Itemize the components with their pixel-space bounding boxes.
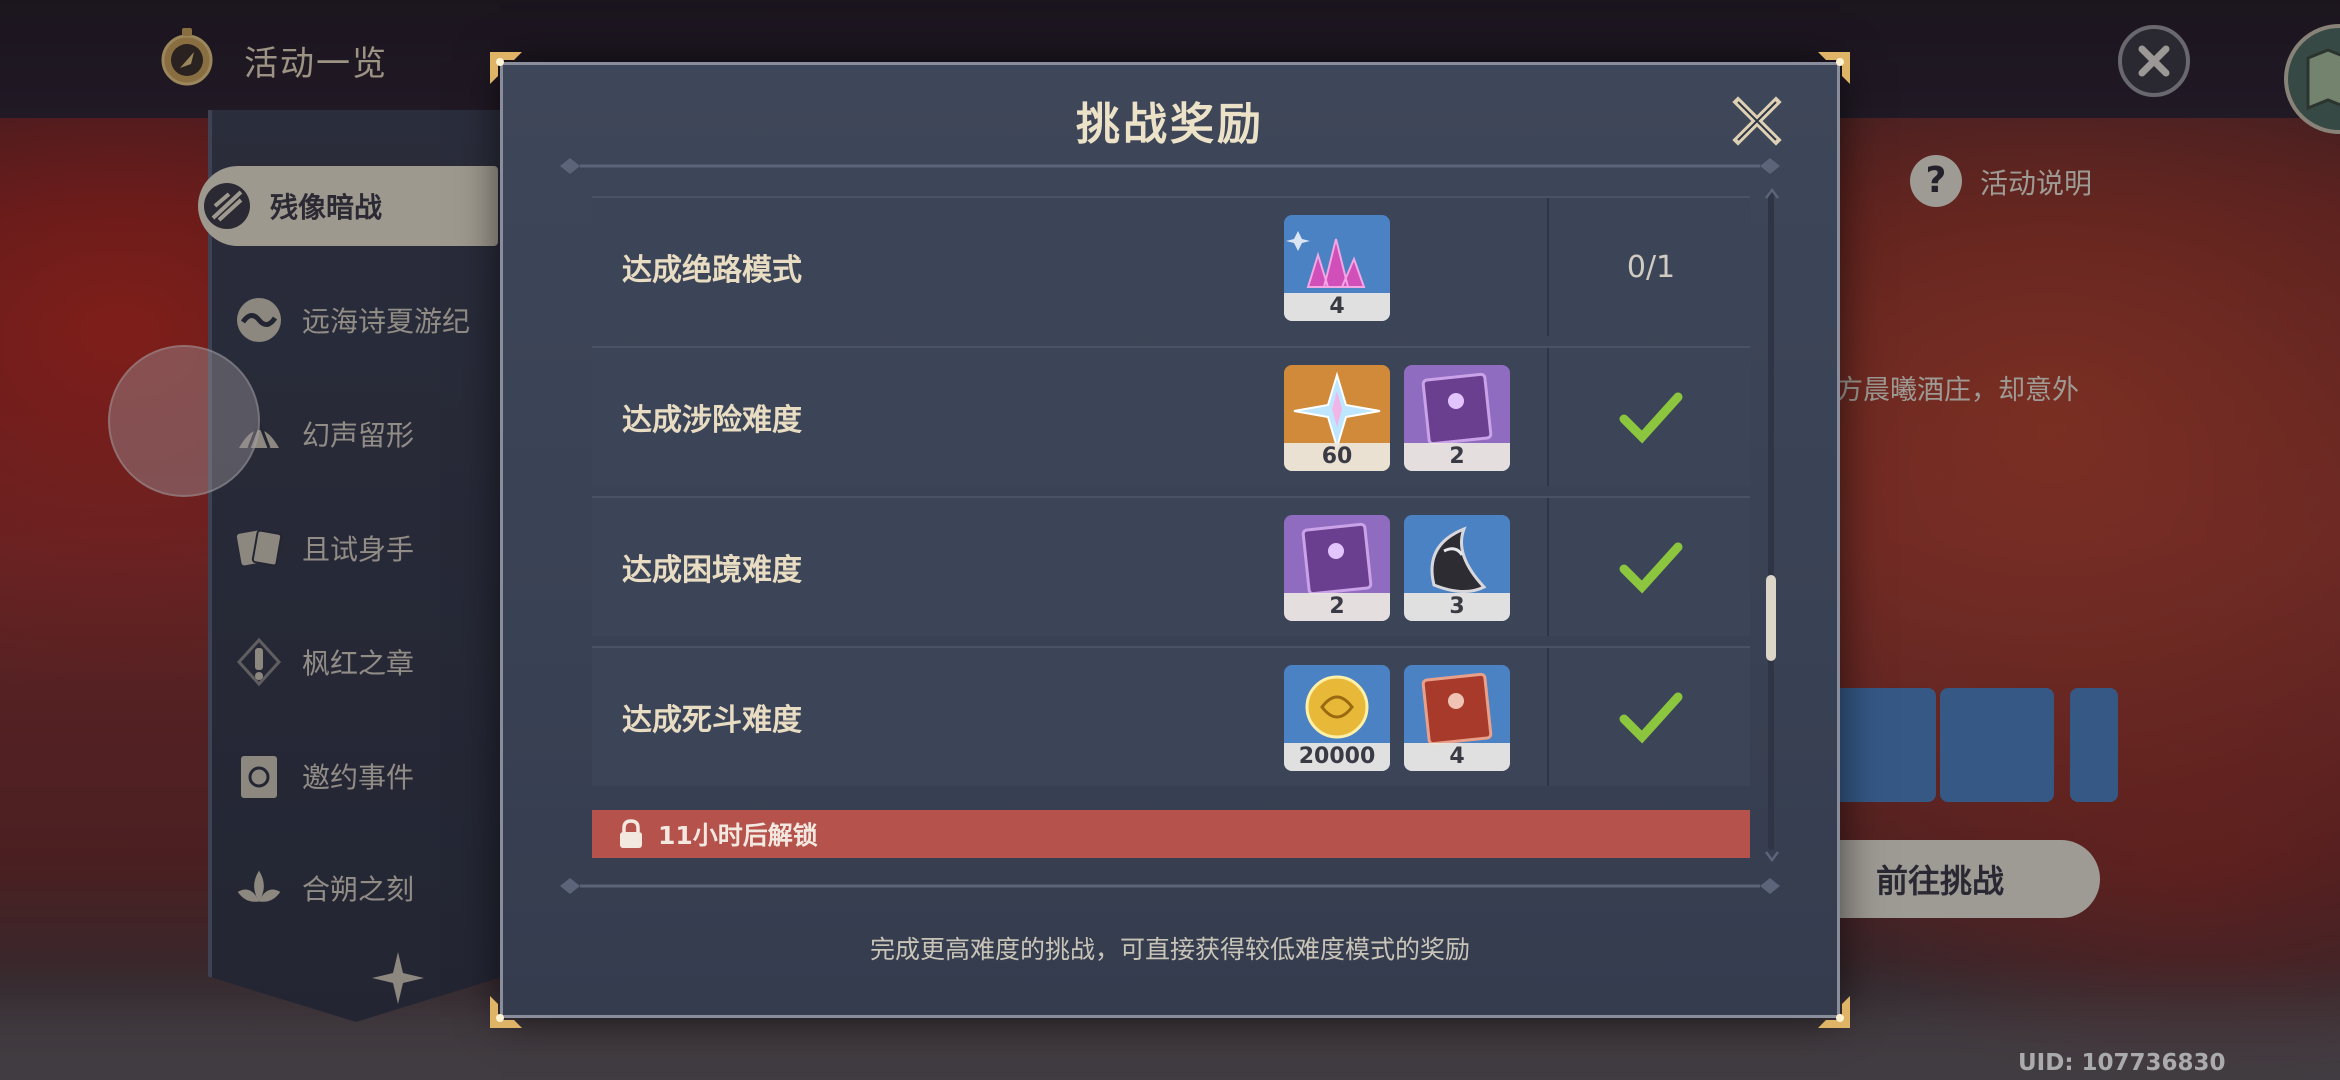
dialog-title: 挑战奖励	[1076, 99, 1264, 150]
checkmark-icon	[1619, 542, 1683, 594]
completed-check	[1552, 498, 1750, 636]
reward-count: 4	[1404, 743, 1510, 771]
close-icon	[1732, 96, 1782, 146]
column-divider	[1547, 348, 1549, 486]
checkmark-icon	[1619, 392, 1683, 444]
column-divider	[1547, 498, 1549, 636]
reward-count: 60	[1284, 443, 1390, 471]
completed-check	[1552, 348, 1750, 486]
reward-row-2: 达成困境难度 2 3	[592, 496, 1750, 636]
row-label: 达成涉险难度	[622, 403, 802, 438]
row-label: 达成死斗难度	[622, 703, 802, 738]
title-divider	[560, 158, 1780, 174]
completed-check	[1552, 648, 1750, 786]
row-label: 达成困境难度	[622, 553, 802, 588]
chevron-up-icon	[1765, 187, 1779, 199]
row-label: 达成绝路模式	[622, 253, 802, 288]
corner-ornament-icon	[1818, 996, 1850, 1028]
reward-item[interactable]: 20000	[1284, 665, 1390, 771]
bottom-divider	[560, 878, 1780, 894]
scrollbar-thumb[interactable]	[1766, 575, 1776, 661]
scrollbar-track[interactable]	[1768, 190, 1774, 850]
reward-count: 2	[1404, 443, 1510, 471]
column-divider	[1547, 648, 1549, 786]
locked-row-banner: 11小时后解锁	[592, 810, 1750, 858]
row-progress: 0/1	[1626, 249, 1676, 285]
lock-icon	[620, 819, 642, 848]
reward-count: 4	[1284, 293, 1390, 321]
reward-count: 20000	[1284, 743, 1390, 771]
reward-row-1: 达成涉险难度 60 2	[592, 346, 1750, 486]
reward-item[interactable]: 2	[1284, 515, 1390, 621]
dialog-close-button[interactable]	[1732, 96, 1782, 146]
chevron-down-icon	[1765, 851, 1779, 863]
reward-row-3: 达成死斗难度 20000 4	[592, 646, 1750, 786]
reward-item[interactable]: 4	[1404, 665, 1510, 771]
reward-count: 3	[1404, 593, 1510, 621]
reward-count: 2	[1284, 593, 1390, 621]
reward-row-0: 达成绝路模式 4 0/1	[592, 196, 1750, 336]
checkmark-icon	[1619, 692, 1683, 744]
reward-item[interactable]: 2	[1404, 365, 1510, 471]
column-divider	[1547, 198, 1549, 336]
corner-ornament-icon	[490, 996, 522, 1028]
reward-item[interactable]: 60	[1284, 365, 1390, 471]
reward-item[interactable]: 4	[1284, 215, 1390, 321]
dialog-footer-note: 完成更高难度的挑战，可直接获得较低难度模式的奖励	[869, 935, 1470, 964]
rewards-list[interactable]: 达成绝路模式 4 0/1 达成涉险难度 60 2 达成困境难度 2 3 达成死斗…	[592, 184, 1750, 864]
reward-item[interactable]: 3	[1404, 515, 1510, 621]
locked-text: 11小时后解锁	[658, 821, 818, 850]
